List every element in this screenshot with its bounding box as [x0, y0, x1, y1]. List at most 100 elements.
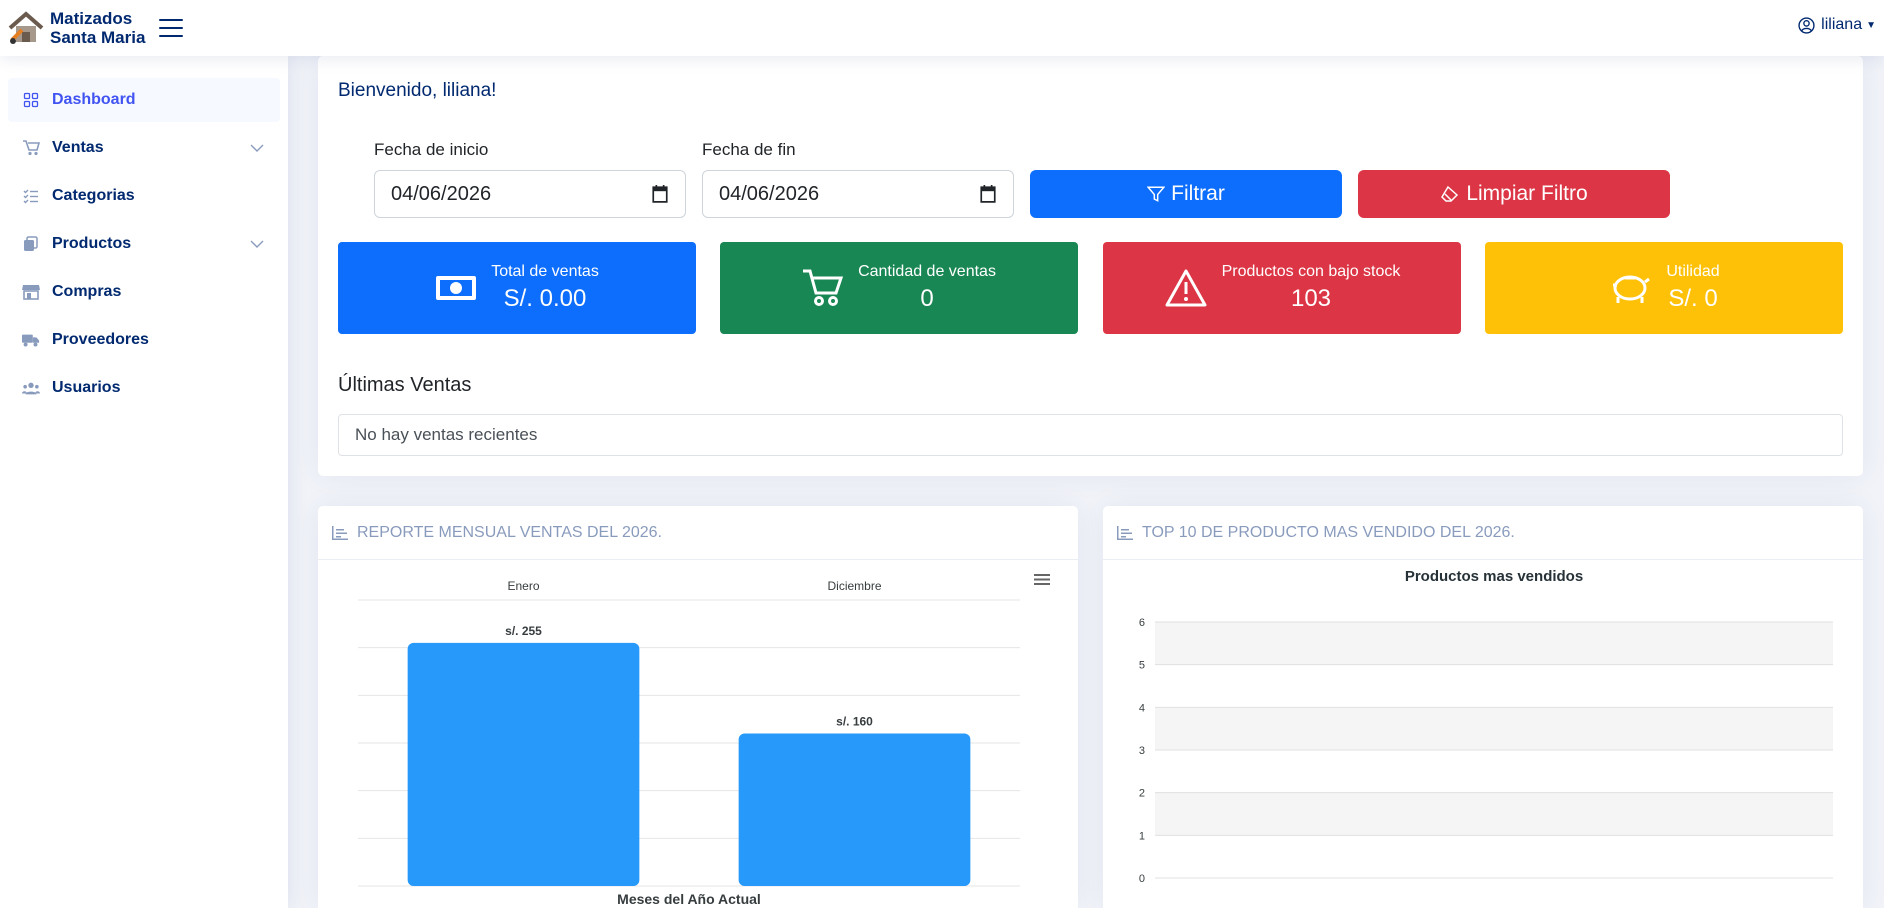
- chart-title: Productos mas vendidos: [1405, 568, 1583, 585]
- stat-title: Productos con bajo stock: [1221, 263, 1401, 280]
- end-date-input[interactable]: 04/06/2026: [702, 170, 1014, 218]
- data-label: s/. 255: [505, 624, 542, 638]
- x-axis-title: Meses del Año Actual: [617, 891, 761, 907]
- monthly-report-header: REPORTE MENSUAL VENTAS DEL 2026.: [318, 506, 1078, 560]
- stat-title: Total de ventas: [491, 263, 599, 280]
- sidebar-item-label: Productos: [52, 235, 132, 252]
- monthly-sales-chart: Enero s/. 255 Diciembre s/. 160 Meses del Añ…: [358, 574, 1050, 907]
- chart-menu-icon[interactable]: [1034, 574, 1050, 585]
- bar-chart-icon: [332, 525, 348, 540]
- y-tick-label: 1: [1139, 830, 1145, 842]
- stat-value: S/. 0.00: [503, 285, 587, 312]
- stat-title: Utilidad: [1666, 263, 1720, 280]
- grid-icon: [22, 91, 40, 109]
- sidebar-item-productos[interactable]: Productos: [8, 222, 280, 266]
- top-products-card: TOP 10 DE PRODUCTO MAS VENDIDO DEL 2026.…: [1103, 506, 1863, 908]
- sidebar-item-ventas[interactable]: Ventas: [8, 126, 280, 170]
- start-date-value: 04/06/2026: [391, 182, 492, 205]
- brand-name-line1: Matizados: [50, 9, 133, 28]
- top-header: Matizados Santa Maria liliana ▼: [0, 0, 1884, 56]
- stat-value: 103: [1290, 285, 1332, 312]
- sidebar-item-label: Dashboard: [52, 91, 136, 108]
- funnel-icon: [1147, 186, 1166, 202]
- recent-sales-list: No hay ventas recientes: [338, 414, 1843, 456]
- recent-sales-empty-message: No hay ventas recientes: [355, 425, 538, 444]
- copy-icon: [22, 235, 40, 253]
- stat-value: 0: [920, 285, 934, 312]
- data-label: s/. 160: [836, 714, 873, 728]
- sidebar-item-categorias[interactable]: Categorias: [8, 174, 280, 218]
- sidebar-item-usuarios[interactable]: Usuarios: [8, 366, 280, 410]
- shop-icon: [22, 283, 40, 301]
- sidebar-item-label: Ventas: [52, 139, 104, 156]
- user-dropdown[interactable]: liliana ▼: [1798, 16, 1876, 34]
- top-products-header: TOP 10 DE PRODUCTO MAS VENDIDO DEL 2026.: [1103, 506, 1863, 560]
- users-icon: [22, 379, 40, 397]
- cart-icon: [22, 139, 40, 157]
- end-date-label: Fecha de fin: [702, 140, 796, 159]
- menu-icon-bar: [159, 35, 184, 37]
- stat-title: Cantidad de ventas: [858, 263, 996, 280]
- brand-name-line2: Santa Maria: [50, 28, 146, 47]
- grid-band: [1155, 707, 1833, 750]
- sidebar: Dashboard Ventas Categorias Productos Co…: [0, 56, 288, 908]
- top-products-title: TOP 10 DE PRODUCTO MAS VENDIDO DEL 2026.: [1142, 523, 1515, 541]
- stat-card-utilidad: Utilidad S/. 0: [1485, 242, 1843, 334]
- sidebar-item-proveedores[interactable]: Proveedores: [8, 318, 280, 362]
- warning-icon: [1165, 269, 1207, 307]
- clear-filter-button-label: Limpiar Filtro: [1466, 182, 1588, 205]
- grid-band: [1155, 792, 1833, 836]
- filter-button[interactable]: Filtrar: [1030, 170, 1342, 218]
- piggy-bank-icon: [1613, 275, 1651, 303]
- sidebar-item-label: Usuarios: [52, 379, 121, 396]
- top-products-chart: Productos mas vendidos 0 1 2 3 4 5 6: [1139, 568, 1833, 885]
- start-date-label: Fecha de inicio: [374, 140, 489, 159]
- sidebar-item-label: Categorias: [52, 187, 135, 204]
- chevron-down-icon: [250, 140, 264, 158]
- x-tick-label: Diciembre: [827, 579, 881, 593]
- recent-sales-title: Últimas Ventas: [338, 374, 472, 396]
- end-date-value: 04/06/2026: [719, 182, 820, 205]
- y-tick-label: 6: [1139, 617, 1145, 629]
- calendar-icon[interactable]: [651, 185, 669, 203]
- brand-logo[interactable]: Matizados Santa Maria: [8, 9, 145, 47]
- monthly-report-title: REPORTE MENSUAL VENTAS DEL 2026.: [357, 523, 662, 541]
- stat-card-total-ventas: Total de ventas S/. 0.00: [338, 242, 696, 334]
- bar: [407, 642, 640, 886]
- menu-icon-bar: [159, 27, 184, 29]
- sidebar-item-compras[interactable]: Compras: [8, 270, 280, 314]
- stat-card-cantidad-ventas: Cantidad de ventas 0: [720, 242, 1078, 334]
- menu-icon-bar: [159, 19, 184, 21]
- sidebar-item-label: Compras: [52, 283, 122, 300]
- grid-band: [1155, 622, 1833, 665]
- cash-icon: [436, 276, 477, 300]
- monthly-report-card: REPORTE MENSUAL VENTAS DEL 2026. Enero s/…: [318, 506, 1078, 908]
- user-circle-icon: [1798, 16, 1815, 34]
- sidebar-item-dashboard[interactable]: Dashboard: [8, 78, 280, 122]
- clear-filter-button[interactable]: Limpiar Filtro: [1358, 170, 1670, 218]
- y-tick-label: 2: [1139, 788, 1145, 800]
- bar: [738, 733, 971, 886]
- eraser-icon: [1441, 185, 1459, 202]
- filter-button-label: Filtrar: [1171, 182, 1225, 205]
- bar-chart-icon: [1117, 525, 1133, 540]
- y-tick-label: 3: [1139, 745, 1145, 757]
- list-check-icon: [22, 187, 40, 205]
- y-tick-label: 4: [1139, 702, 1145, 714]
- truck-icon: [22, 331, 40, 349]
- calendar-icon[interactable]: [979, 185, 997, 203]
- y-tick-label: 5: [1139, 660, 1145, 672]
- x-tick-label: Enero: [507, 579, 539, 593]
- user-name: liliana: [1821, 16, 1863, 33]
- caret-down-icon: ▼: [1866, 19, 1876, 31]
- sidebar-item-label: Proveedores: [52, 331, 149, 348]
- chevron-down-icon: [250, 236, 264, 254]
- brand-name: Matizados Santa Maria: [50, 9, 145, 47]
- stat-card-bajo-stock: Productos con bajo stock 103: [1103, 242, 1461, 334]
- cart-icon: [803, 269, 844, 306]
- stat-value: S/. 0: [1668, 285, 1718, 312]
- sidebar-toggle-button[interactable]: [159, 17, 184, 39]
- welcome-message: Bienvenido, liliana!: [338, 80, 497, 101]
- start-date-input[interactable]: 04/06/2026: [374, 170, 686, 218]
- logo-icon: [8, 11, 44, 44]
